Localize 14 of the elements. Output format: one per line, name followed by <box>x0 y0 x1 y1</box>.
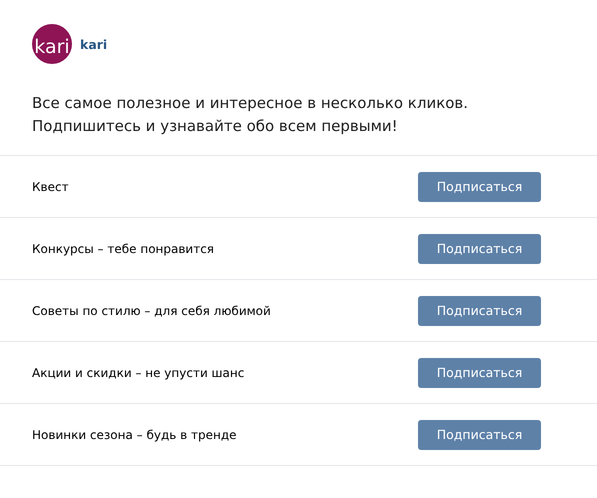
subscription-title: Акции и скидки – не упусти шанс <box>32 366 244 380</box>
subscribe-button[interactable]: Подписаться <box>418 172 541 202</box>
description-text: Все самое полезное и интересное в несколько кликов. <box>32 93 470 114</box>
subscribe-button[interactable]: Подписаться <box>418 358 541 388</box>
subscription-title: Квест <box>32 180 69 194</box>
description-text: Подпишитесь и узнавайте обо всем первыми! <box>32 116 399 137</box>
subscription-title: Советы по стилю – для себя любимой <box>32 304 271 318</box>
community-logo[interactable]: kari <box>32 24 72 64</box>
subscribe-button[interactable]: Подписаться <box>418 234 541 264</box>
community-name[interactable]: kari <box>80 36 108 52</box>
subscribe-button[interactable]: Подписаться <box>418 296 541 326</box>
subscription-title: Новинки сезона – будь в тренде <box>32 428 237 442</box>
subscription-title: Конкурсы – тебе понравится <box>32 242 214 256</box>
subscribe-button[interactable]: Подписаться <box>418 420 541 450</box>
